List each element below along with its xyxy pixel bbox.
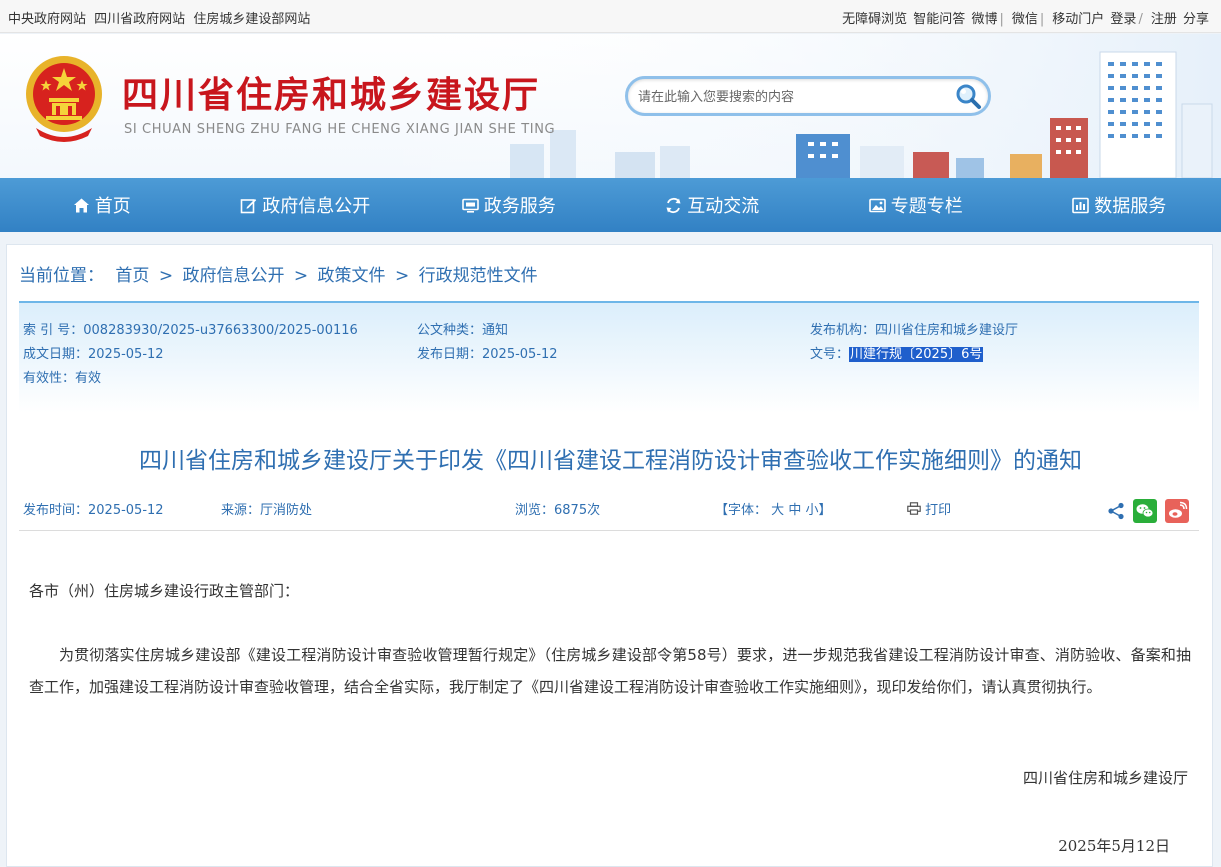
article-source: 来源：厅消防处 <box>221 503 313 518</box>
link-sichuan-government[interactable]: 四川省政府网站 <box>94 12 185 27</box>
meta-index-number: 索 引 号：008283930/2025-u37663300/2025-0011… <box>23 323 358 338</box>
national-emblem-icon <box>26 56 102 142</box>
top-bar: 中央政府网站 四川省政府网站 住房城乡建设部网站 无障碍浏览 智能问答 微博 | 微… <box>0 0 1221 33</box>
nav-government-services-label: 政务服务 <box>483 196 556 217</box>
font-size-large[interactable]: 大 <box>771 503 784 518</box>
article-title: 四川省住房和城乡建设厅关于印发《四川省建设工程消防设计审查验收工作实施细则》的通… <box>139 448 1082 474</box>
separator: / <box>1138 12 1143 27</box>
chart-icon <box>1072 197 1090 213</box>
monitor-icon <box>461 198 479 213</box>
publish-time: 发布时间：2025-05-12 <box>23 503 164 518</box>
document-meta-panel: 索 引 号：008283930/2025-u37663300/2025-0011… <box>19 301 1199 413</box>
share-icon[interactable] <box>1107 502 1125 524</box>
breadcrumb-separator: > <box>394 266 410 286</box>
article-paragraph: 为贯彻落实住房城乡建设部《建设工程消防设计审查验收管理暂行规定》（住房城乡建设部… <box>29 646 1191 696</box>
link-mohurd[interactable]: 住房城乡建设部网站 <box>193 12 310 27</box>
article-date: 2025年5月12日 <box>1058 837 1170 855</box>
content-card: 当前位置： 首页 > 政府信息公开 > 政策文件 > 行政规范性文件 索 引 号… <box>6 244 1213 867</box>
breadcrumb-government-info[interactable]: 政府信息公开 <box>182 266 284 286</box>
nav-home[interactable]: 首页 <box>0 178 204 232</box>
nav-special-topics-label: 专题专栏 <box>890 196 963 217</box>
nav-home-label: 首页 <box>94 196 131 217</box>
search-box <box>625 76 991 116</box>
breadcrumb-normative-documents[interactable]: 行政规范性文件 <box>419 266 538 286</box>
separator: | <box>999 12 1004 27</box>
nav-interaction-label: 互动交流 <box>687 196 760 217</box>
breadcrumb-separator: > <box>293 266 309 286</box>
article-info-bar: 发布时间：2025-05-12 来源：厅消防处 浏览：6875次 【字体： 大 … <box>19 495 1199 531</box>
share-buttons <box>1099 499 1189 527</box>
meta-document-type: 公文种类：通知 <box>417 323 509 338</box>
article-greeting: 各市（州）住房城乡建设行政主管部门： <box>29 582 300 600</box>
print-label: 打印 <box>925 503 952 518</box>
separator: | <box>1039 12 1045 27</box>
meta-issuer: 发布机构：四川省住房和城乡建设厅 <box>810 323 1019 338</box>
meta-document-number: 文号：川建行规〔2025〕6号 <box>810 343 984 362</box>
wechat-icon[interactable] <box>1133 499 1157 527</box>
weibo-icon[interactable] <box>1165 499 1189 527</box>
nav-government-services[interactable]: 政务服务 <box>407 178 611 232</box>
nav-interaction[interactable]: 互动交流 <box>611 178 815 232</box>
article-signature: 四川省住房和城乡建设厅 <box>1022 769 1188 787</box>
breadcrumb-policy-documents[interactable]: 政策文件 <box>318 266 386 286</box>
search-input[interactable] <box>638 87 948 107</box>
nav-data-services[interactable]: 数据服务 <box>1018 178 1221 232</box>
link-register[interactable]: 注册 <box>1151 12 1177 27</box>
breadcrumb-home[interactable]: 首页 <box>115 266 149 286</box>
home-icon <box>73 198 89 212</box>
site-subtitle: SI CHUAN SHENG ZHU FANG HE CHENG XIANG J… <box>124 122 556 137</box>
top-bar-left-links: 中央政府网站 四川省政府网站 住房城乡建设部网站 <box>8 8 314 27</box>
link-share[interactable]: 分享 <box>1183 12 1209 27</box>
print-button[interactable]: 打印 <box>907 499 951 518</box>
font-size-medium[interactable]: 中 <box>788 503 801 518</box>
font-size-label: 【字体： <box>715 503 768 518</box>
top-bar-right-links: 无障碍浏览 智能问答 微博 | 微信 | 移动门户 登录 / 注册 分享 <box>840 8 1209 27</box>
link-mobile-portal[interactable]: 移动门户 <box>1052 12 1104 27</box>
meta-document-number-label: 文号： <box>810 347 850 362</box>
meta-validity: 有效性：有效 <box>23 371 102 386</box>
font-size-end: 】 <box>818 503 832 518</box>
nav-government-info-label: 政府信息公开 <box>262 196 371 217</box>
site-header: 四川省住房和城乡建设厅 SI CHUAN SHENG ZHU FANG HE C… <box>0 34 1221 178</box>
font-size-small[interactable]: 小 <box>805 503 818 518</box>
meta-published-date: 发布日期：2025-05-12 <box>417 347 558 362</box>
link-wechat[interactable]: 微信 <box>1012 12 1038 27</box>
breadcrumb-label: 当前位置： <box>19 266 104 286</box>
image-icon <box>868 198 886 212</box>
link-accessibility[interactable]: 无障碍浏览 <box>842 12 907 27</box>
link-login[interactable]: 登录 <box>1110 12 1136 27</box>
meta-document-number-value: 川建行规〔2025〕6号 <box>849 347 984 362</box>
meta-created-date: 成文日期：2025-05-12 <box>23 347 164 362</box>
nav-special-topics[interactable]: 专题专栏 <box>814 178 1018 232</box>
breadcrumb: 当前位置： 首页 > 政府信息公开 > 政策文件 > 行政规范性文件 <box>19 261 538 286</box>
link-smart-qa[interactable]: 智能问答 <box>913 12 965 27</box>
site-title[interactable]: 四川省住房和城乡建设厅 <box>122 66 540 118</box>
font-size-control: 【字体： 大 中 小】 <box>715 499 832 518</box>
printer-icon <box>907 502 921 515</box>
link-weibo[interactable]: 微博 <box>971 12 997 27</box>
search-icon[interactable] <box>954 82 982 110</box>
article-body: 各市（州）住房城乡建设行政主管部门： 为贯彻落实住房城乡建设部《建设工程消防设计… <box>29 575 1191 703</box>
link-central-government[interactable]: 中央政府网站 <box>8 12 86 27</box>
view-count: 浏览：6875次 <box>515 503 601 518</box>
nav-government-info[interactable]: 政府信息公开 <box>204 178 408 232</box>
nav-data-services-label: 数据服务 <box>1094 196 1167 217</box>
breadcrumb-separator: > <box>158 266 174 286</box>
exchange-icon <box>666 197 681 213</box>
main-nav: 首页 政府信息公开 政务服务 互动交流 专题专栏 数据服务 <box>0 178 1221 232</box>
edit-icon <box>240 198 257 213</box>
